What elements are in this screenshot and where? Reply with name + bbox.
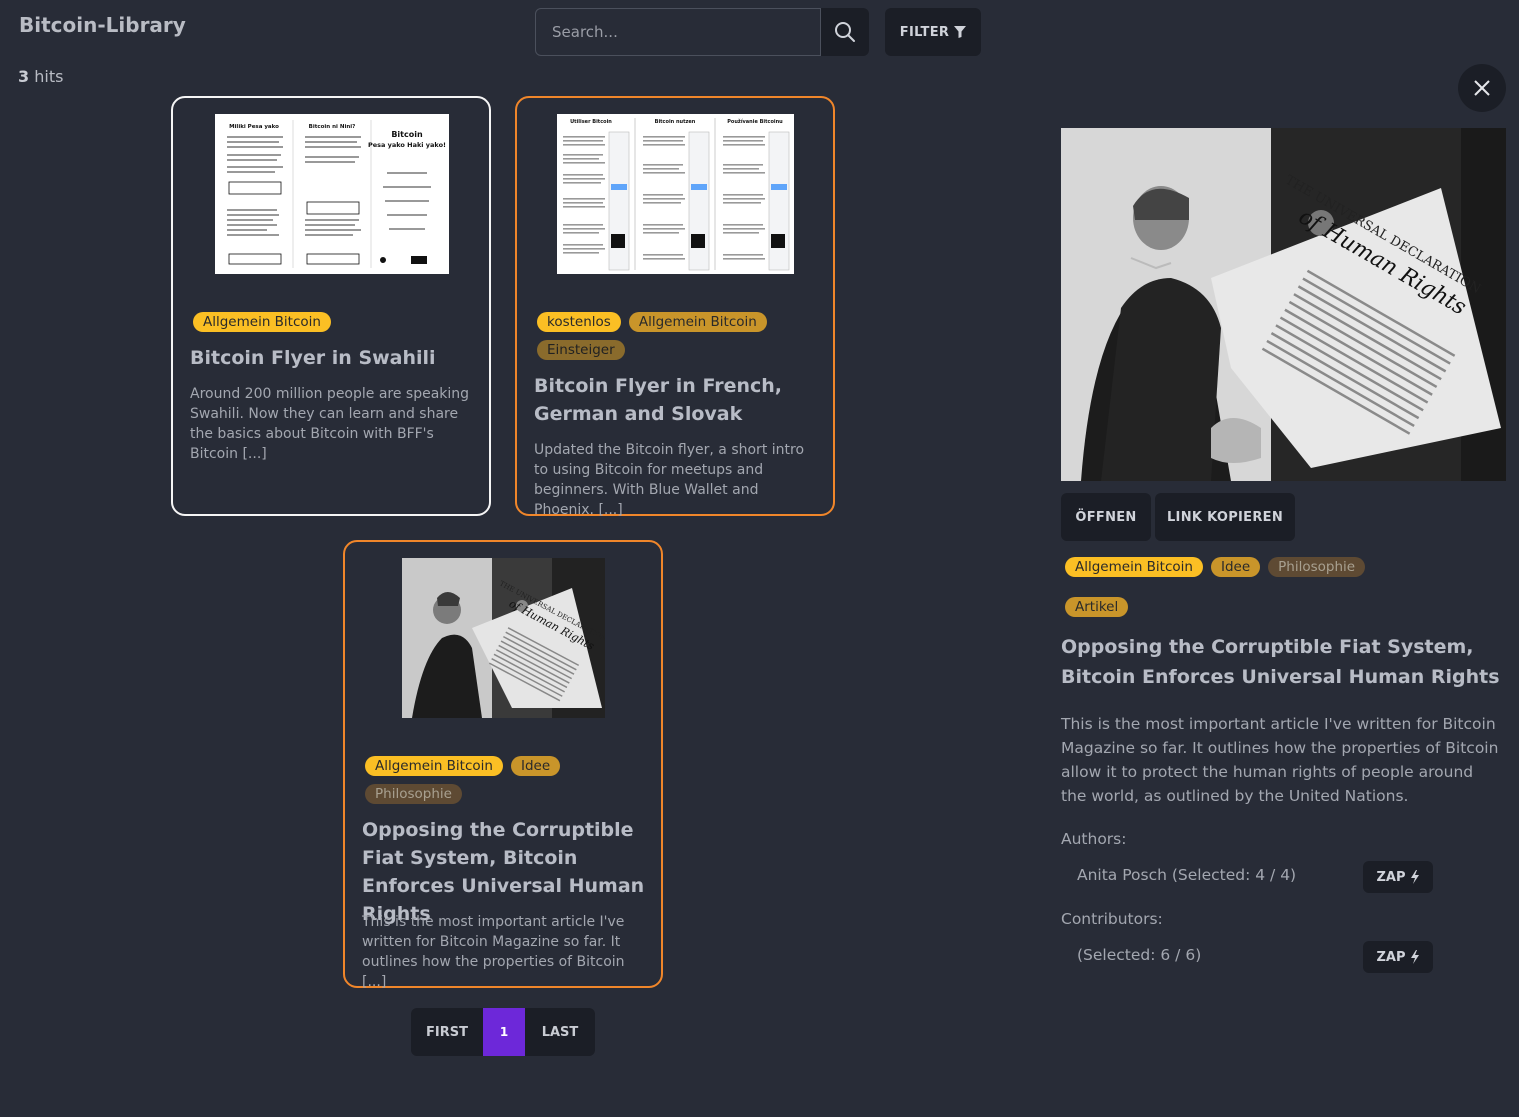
card-title[interactable]: Bitcoin Flyer in Swahili: [190, 344, 480, 372]
search-icon: [835, 22, 855, 42]
tag[interactable]: kostenlos: [537, 312, 621, 332]
lightning-icon: [1410, 950, 1419, 964]
tag[interactable]: Idee: [510, 756, 561, 776]
filter-icon: [954, 26, 967, 38]
hits-number: 3: [18, 67, 30, 86]
svg-text:Utiliser Bitcoin: Utiliser Bitcoin: [570, 119, 612, 125]
tag[interactable]: Philosophie: [365, 784, 462, 804]
contributors-label: Contributors:: [1061, 910, 1163, 928]
card-title[interactable]: Bitcoin Flyer in French, German and Slov…: [534, 372, 819, 428]
detail-description: This is the most important article I've …: [1061, 715, 1499, 805]
filter-label: FILTER: [899, 24, 950, 40]
page-first-button[interactable]: FIRST: [411, 1008, 483, 1056]
svg-text:Používanie Bitcoinu: Používanie Bitcoinu: [727, 118, 783, 125]
card-tags: kostenlos Allgemein Bitcoin Einsteiger: [537, 312, 817, 360]
card-description: This is the most important article I've …: [362, 914, 625, 990]
zap-author-button[interactable]: ZAP: [1363, 861, 1433, 893]
close-detail-button[interactable]: [1458, 64, 1506, 112]
card-description: Updated the Bitcoin flyer, a short intro…: [534, 442, 805, 518]
zap-label: ZAP: [1376, 949, 1406, 965]
result-card-flyer-multilang[interactable]: Utiliser Bitcoin Bitcoin nutzen Používan…: [515, 96, 835, 518]
result-card-swahili[interactable]: Miliki Pesa yako Bitcoin ni Nini? Bitcoi…: [171, 96, 491, 516]
svg-text:Pesa yako Haki yako!: Pesa yako Haki yako!: [368, 141, 446, 149]
app-title[interactable]: Bitcoin-Library: [19, 13, 186, 37]
search-field[interactable]: [535, 8, 821, 56]
tag[interactable]: Idee: [1210, 557, 1261, 577]
contributor-name: (Selected: 6 / 6): [1077, 946, 1202, 964]
tag[interactable]: Allgemein Bitcoin: [628, 312, 767, 332]
card-thumbnail: Miliki Pesa yako Bitcoin ni Nini? Bitcoi…: [215, 114, 449, 274]
lightning-icon: [1410, 870, 1419, 884]
copy-link-button[interactable]: LINK KOPIEREN: [1155, 493, 1295, 541]
card-tags: Allgemein Bitcoin: [193, 312, 473, 332]
tag[interactable]: Allgemein Bitcoin: [1065, 557, 1203, 577]
tag[interactable]: Einsteiger: [537, 340, 625, 360]
authors-label: Authors:: [1061, 830, 1127, 848]
detail-image: THE UNIVERSAL DECLARATION of Human Right…: [1061, 128, 1506, 481]
svg-text:Miliki Pesa yako: Miliki Pesa yako: [229, 124, 279, 130]
open-button[interactable]: ÖFFNEN: [1061, 493, 1151, 541]
zap-contributor-button[interactable]: ZAP: [1363, 941, 1433, 973]
svg-text:Bitcoin nutzen: Bitcoin nutzen: [655, 119, 696, 125]
tag[interactable]: Philosophie: [1268, 557, 1366, 577]
card-description: Around 200 million people are speaking S…: [190, 386, 470, 462]
author-name: Anita Posch (Selected: 4 / 4): [1077, 866, 1297, 884]
tag[interactable]: Allgemein Bitcoin: [193, 312, 331, 332]
page-1-button[interactable]: 1: [483, 1008, 525, 1056]
filter-button[interactable]: FILTER: [885, 8, 981, 56]
card-thumbnail: THE UNIVERSAL DECLARATION of Human Right…: [402, 558, 608, 718]
svg-text:Bitcoin: Bitcoin: [391, 130, 423, 139]
search-button[interactable]: [821, 8, 869, 56]
tag[interactable]: Allgemein Bitcoin: [365, 756, 503, 776]
detail-tags: Allgemein Bitcoin Idee Philosophie Artik…: [1065, 557, 1485, 617]
card-thumbnail: Utiliser Bitcoin Bitcoin nutzen Používan…: [557, 114, 794, 274]
detail-title: Opposing the Corruptible Fiat System, Bi…: [1061, 636, 1500, 688]
tag[interactable]: Artikel: [1065, 597, 1129, 617]
card-tags: Allgemein Bitcoin Idee Philosophie: [365, 756, 645, 804]
zap-label: ZAP: [1376, 869, 1406, 885]
pagination: FIRST 1 LAST: [411, 1008, 595, 1056]
page-last-button[interactable]: LAST: [525, 1008, 595, 1056]
hits-count: 3 hits: [18, 67, 63, 86]
close-icon: [1474, 80, 1490, 96]
search-input[interactable]: [536, 23, 820, 41]
result-card-human-rights[interactable]: THE UNIVERSAL DECLARATION of Human Right…: [343, 540, 663, 990]
svg-text:Bitcoin ni Nini?: Bitcoin ni Nini?: [309, 124, 356, 130]
hits-label: hits: [29, 67, 64, 86]
